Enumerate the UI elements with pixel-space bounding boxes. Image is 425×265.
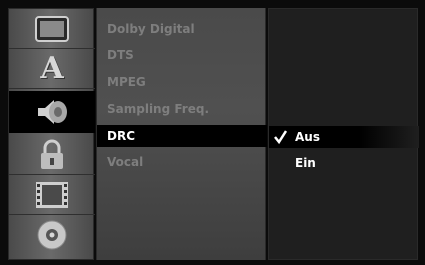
audio-settings-menu: Dolby Digital DTS MPEG Sampling Freq. DR…: [96, 8, 267, 260]
category-disc[interactable]: [9, 215, 95, 255]
category-display[interactable]: [9, 9, 95, 49]
drc-options-panel: Aus Ein: [268, 8, 419, 260]
option-ein-label: Ein: [295, 156, 316, 170]
category-lock[interactable]: [9, 135, 95, 175]
setup-menu-screen: A Dolby Digital DTS MPEG Sampling Freq. …: [0, 0, 425, 265]
menu-item-sampling-freq[interactable]: Sampling Freq.: [97, 98, 267, 120]
language-icon: A: [40, 51, 64, 86]
menu-item-drc[interactable]: DRC: [97, 125, 267, 147]
option-ein[interactable]: Ein: [269, 152, 419, 174]
menu-item-mpeg[interactable]: MPEG: [97, 71, 267, 93]
option-aus-label: Aus: [295, 130, 320, 144]
menu-item-vocal[interactable]: Vocal: [97, 151, 267, 173]
option-aus[interactable]: Aus: [269, 126, 419, 148]
menu-item-dts[interactable]: DTS: [97, 44, 267, 66]
audio-speaker-icon: [38, 100, 67, 124]
disc-icon: [37, 220, 67, 250]
category-language[interactable]: A: [9, 49, 95, 89]
film-icon: [36, 181, 68, 208]
category-audio[interactable]: [9, 91, 95, 133]
category-film[interactable]: [9, 175, 95, 215]
checkmark-icon: [274, 130, 287, 145]
category-icon-column: A: [8, 8, 95, 260]
menu-item-dolby-digital[interactable]: Dolby Digital: [97, 18, 267, 40]
display-icon: [35, 15, 69, 42]
lock-icon: [41, 139, 63, 169]
